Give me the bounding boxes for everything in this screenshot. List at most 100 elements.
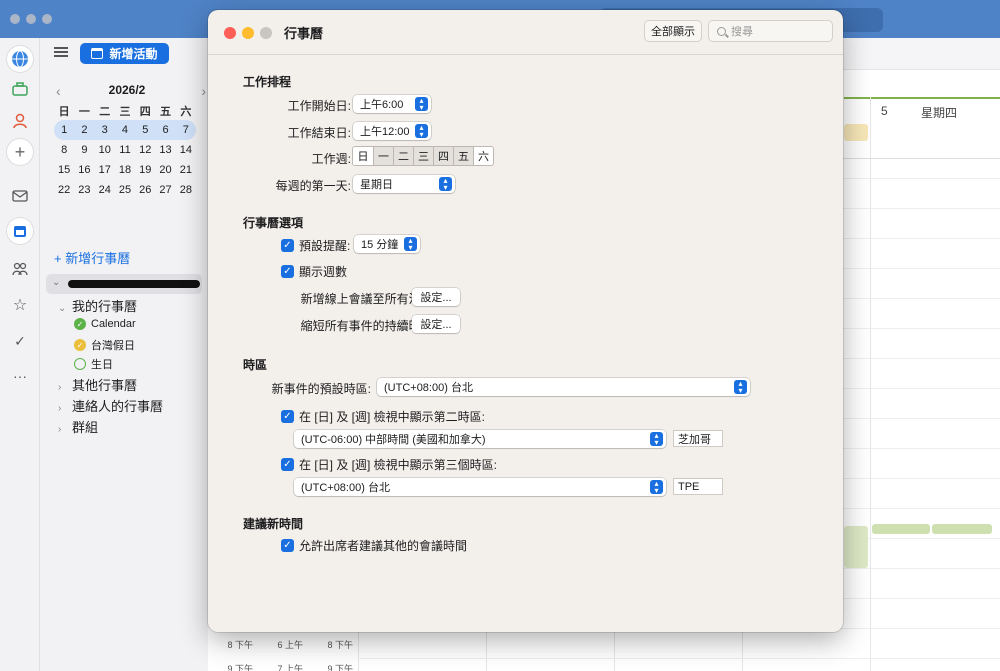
calendar-preferences-dialog: 行事曆 全部顯示 搜尋 工作排程 工作開始日: 上午6:00 ▴ ▾ 工作結束日:… [208,10,843,632]
minimize-button[interactable] [242,27,254,39]
mini-calendar-day[interactable]: 19 [135,164,155,176]
mini-calendar-day[interactable]: 2 [74,124,94,136]
mini-calendar-day[interactable]: 8 [54,144,74,156]
more-icon[interactable]: ··· [7,363,33,389]
calendar-item-holidays[interactable]: ✓ 台灣假日 [74,337,135,353]
chevron-left-icon[interactable]: ‹ [56,83,61,99]
tree-contacts-calendars[interactable]: › 連絡人的行事曆 [58,396,163,415]
mini-calendar-day[interactable]: 28 [176,184,196,196]
calendar-item-calendar[interactable]: ✓ Calendar [74,318,136,330]
show-third-tz-checkbox[interactable]: ✓ [281,458,294,471]
calendar-item-label: 生日 [91,359,113,371]
zoom-button[interactable] [260,27,272,39]
calendar-item-birthdays[interactable]: 生日 [74,356,113,372]
work-week-day-sat[interactable]: 六 [473,147,493,165]
mini-calendar-day[interactable]: 24 [95,184,115,196]
person-icon[interactable] [7,108,33,134]
work-week-day-wed[interactable]: 三 [413,147,433,165]
unchecked-circle-icon[interactable] [74,358,86,370]
shorten-duration-settings-button[interactable]: 設定... [412,315,460,333]
mini-calendar-day[interactable]: 3 [95,124,115,136]
new-event-button[interactable]: 新增活動 [80,43,169,64]
mini-calendar-day[interactable]: 22 [54,184,74,196]
mini-calendar-day[interactable]: 9 [74,144,94,156]
window-minimize-button[interactable] [26,14,36,24]
checkmark-icon[interactable]: ✓ [74,339,86,351]
mini-calendar-day[interactable]: 5 [135,124,155,136]
time-label: 8 下午 [327,640,353,650]
mini-calendar-day[interactable]: 15 [54,164,74,176]
mini-calendar-day[interactable]: 14 [176,144,196,156]
default-reminder-row: ✓ 預設提醒: [281,237,350,254]
updown-arrow-icon: ▴ ▾ [439,177,452,192]
work-week-day-thu[interactable]: 四 [433,147,453,165]
event-block[interactable] [844,526,868,568]
mini-calendar-day[interactable]: 16 [74,164,94,176]
mini-calendar-day[interactable]: 25 [115,184,135,196]
mini-calendar-day[interactable]: 6 [155,124,175,136]
work-end-popup[interactable]: 上午12:00 ▴ ▾ [353,122,431,140]
people-icon[interactable] [7,256,33,282]
show-second-tz-checkbox[interactable]: ✓ [281,410,294,423]
window-zoom-button[interactable] [42,14,52,24]
chevron-down-icon: ⌄ [52,277,61,288]
event-block[interactable] [872,524,930,534]
mini-calendar-day[interactable]: 21 [176,164,196,176]
mail-icon[interactable] [7,183,33,209]
tree-other-calendars[interactable]: › 其他行事曆 [58,375,137,394]
week-start-popup[interactable]: 星期日 ▴ ▾ [353,175,455,193]
mini-calendar-day[interactable]: 1 [54,124,74,136]
star-icon[interactable]: ☆ [7,292,33,318]
mini-calendar-day[interactable]: 23 [74,184,94,196]
work-week-day-tue[interactable]: 二 [393,147,413,165]
third-tz-popup[interactable]: (UTC+08:00) 台北 ▴ ▾ [294,478,666,496]
search-icon [717,26,726,36]
event-block[interactable] [932,524,992,534]
checkmark-icon[interactable]: ✓ [74,318,86,330]
checkmark-icon[interactable]: ✓ [7,328,33,354]
default-tz-popup[interactable]: (UTC+08:00) 台北 ▴ ▾ [377,378,750,396]
add-calendar-link[interactable]: + 新增行事曆 [54,248,130,267]
work-start-popup[interactable]: 上午6:00 ▴ ▾ [353,95,431,113]
show-week-numbers-checkbox[interactable]: ✓ [281,265,294,278]
briefcase-icon[interactable] [7,76,33,102]
default-reminder-popup[interactable]: 15 分鐘 ▴ ▾ [354,235,420,253]
work-week-day-fri[interactable]: 五 [453,147,473,165]
mini-calendar-day[interactable]: 10 [95,144,115,156]
work-week-day-sun[interactable]: 日 [353,147,373,165]
add-account-icon[interactable]: + [7,139,33,165]
mini-calendar-day[interactable]: 12 [135,144,155,156]
work-week-day-mon[interactable]: 一 [373,147,393,165]
add-online-meeting-settings-button[interactable]: 設定... [412,288,460,306]
mini-calendar-day[interactable]: 20 [155,164,175,176]
mini-calendar-day[interactable]: 17 [95,164,115,176]
all-day-event[interactable] [844,124,868,141]
window-close-button[interactable] [10,14,20,24]
show-all-button[interactable]: 全部顯示 [644,20,702,42]
chevron-right-icon[interactable]: › [201,83,206,99]
mini-calendar-day[interactable]: 7 [176,124,196,136]
third-tz-value: (UTC+08:00) 台北 [301,482,390,494]
preferences-search-field[interactable]: 搜尋 [708,20,833,42]
mini-calendar-day[interactable]: 27 [155,184,175,196]
mini-calendar-day[interactable]: 26 [135,184,155,196]
close-button[interactable] [224,27,236,39]
tree-groups[interactable]: › 群組 [58,417,98,436]
menu-icon[interactable] [54,47,68,57]
third-tz-label-field[interactable]: TPE [673,478,723,495]
account-row[interactable]: ⌄ [46,274,202,294]
globe-icon[interactable] [7,46,33,72]
calendar-icon[interactable] [7,218,33,244]
second-tz-popup[interactable]: (UTC-06:00) 中部時間 (美國和加拿大) ▴ ▾ [294,430,666,448]
allow-propose-row: ✓ 允許出席者建議其他的會議時間 [281,537,467,554]
updown-arrow-icon: ▴ ▾ [415,97,428,112]
mini-calendar-day[interactable]: 4 [115,124,135,136]
default-reminder-checkbox[interactable]: ✓ [281,239,294,252]
second-tz-label-field[interactable]: 芝加哥 [673,430,723,447]
tree-my-calendars[interactable]: ⌄ 我的行事曆 [58,296,137,315]
mini-calendar-day[interactable]: 18 [115,164,135,176]
mini-calendar-day[interactable]: 11 [115,144,135,156]
mini-calendar-dow-row: 日 一 二 三 四 五 六 [54,102,196,120]
mini-calendar-day[interactable]: 13 [155,144,175,156]
allow-propose-checkbox[interactable]: ✓ [281,539,294,552]
